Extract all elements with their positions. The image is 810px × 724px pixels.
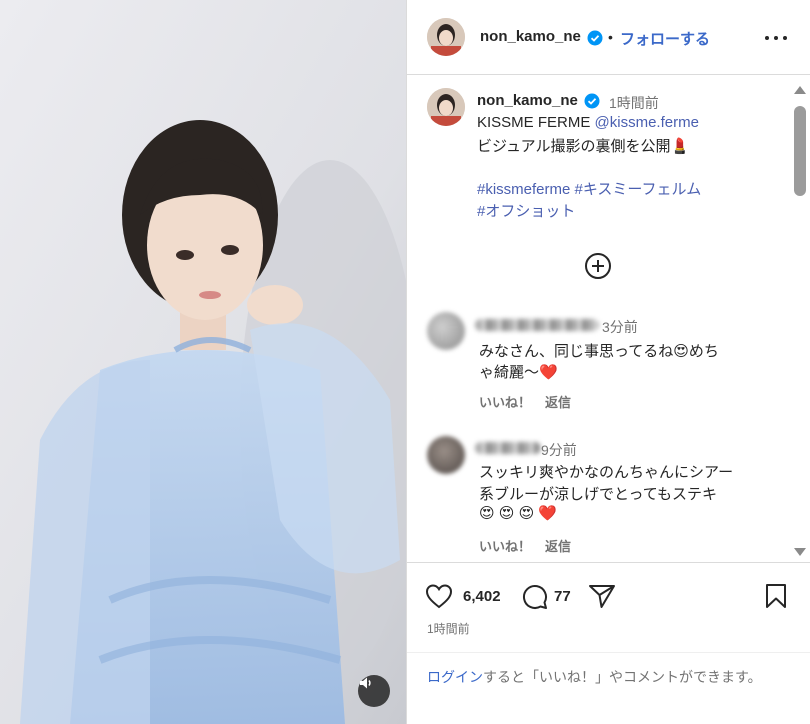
comment-username-blurred[interactable] [475, 319, 599, 331]
load-more-comments-icon[interactable] [584, 252, 612, 280]
comment-reply-button[interactable]: 返信 [545, 395, 571, 410]
avatar[interactable] [427, 18, 465, 56]
post-sidebar: non_kamo_ne • フォローする non_kamo_ne 1時間前 KI… [406, 0, 810, 724]
post-header: non_kamo_ne • フォローする [407, 0, 810, 75]
like-count[interactable]: 6,402 [463, 588, 501, 605]
comment-time[interactable]: 3分前 [602, 317, 638, 337]
comment-text-line: みなさん、同じ事思ってるね😍めち [479, 343, 719, 360]
mute-button[interactable] [358, 675, 390, 707]
hashtag-link[interactable]: #オフショット [477, 203, 575, 220]
comment-actions: いいね！ 返信 [479, 392, 585, 411]
share-icon[interactable] [588, 583, 616, 609]
follow-button[interactable]: フォローする [620, 28, 710, 49]
speaker-icon [360, 677, 371, 689]
separator-dot: • [608, 29, 613, 45]
caption-text: KISSME FERME [477, 114, 595, 131]
comment-like-button[interactable]: いいね！ [479, 539, 531, 554]
login-prompt: ログインすると「いいね！」やコメントができます。 [407, 652, 810, 724]
video-frame-illustration [0, 0, 406, 724]
post-video[interactable] [0, 0, 406, 724]
caption-avatar[interactable] [427, 88, 465, 126]
comment-avatar[interactable] [427, 436, 465, 474]
scroll-down-arrow-icon[interactable] [794, 548, 806, 556]
scroll-thumb[interactable] [794, 106, 806, 196]
scroll-up-arrow-icon[interactable] [794, 86, 806, 94]
comment-text-line: スッキリ爽やかなのんちゃんにシアー [479, 464, 734, 481]
comments-scrollbar[interactable] [790, 84, 810, 560]
caption-username[interactable]: non_kamo_ne [477, 92, 578, 109]
caption-line-2: ビジュアル撮影の裏側を公開💄 [477, 138, 690, 155]
caption-hashtags-1: #kissmeferme #キスミーフェルム [477, 178, 701, 199]
caption-line-1: KISSME FERME @kissme.ferme [477, 114, 699, 131]
verified-badge-icon [584, 93, 600, 109]
caption-time[interactable]: 1時間前 [609, 93, 659, 113]
comment-time[interactable]: 9分前 [541, 440, 577, 460]
header-username[interactable]: non_kamo_ne [480, 28, 581, 45]
profile-picture [427, 88, 465, 126]
comment-username-blurred[interactable] [475, 442, 541, 454]
comment-avatar[interactable] [427, 312, 465, 350]
comment-text-line: 😍 😍 😍 ❤️ [479, 505, 558, 522]
comment-reply-button[interactable]: 返信 [545, 539, 571, 554]
login-prompt-rest: すると「いいね！」やコメントができます。 [483, 669, 762, 685]
comment-icon[interactable] [520, 583, 548, 611]
mention-link[interactable]: @kissme.ferme [595, 114, 699, 131]
comment-text-line: ゃ綺麗〜❤️ [479, 364, 558, 381]
more-options-icon[interactable] [765, 27, 787, 49]
comment-count[interactable]: 77 [554, 588, 571, 605]
comment-like-button[interactable]: いいね！ [479, 395, 531, 410]
post-actions: 6,402 77 1時間前 [407, 562, 810, 642]
login-prompt-text: ログインすると「いいね！」やコメントができます。 [427, 667, 797, 688]
caption-hashtags-2: #オフショット [477, 200, 575, 221]
comment-text-line: 系ブルーが涼しげでとってもステキ [479, 486, 718, 503]
post-timestamp[interactable]: 1時間前 [427, 620, 470, 637]
bookmark-icon[interactable] [764, 583, 788, 609]
login-link[interactable]: ログイン [427, 669, 483, 685]
verified-badge-icon [587, 30, 603, 46]
hashtag-link[interactable]: #キスミーフェルム [575, 181, 702, 198]
profile-picture [427, 18, 465, 56]
comments-area[interactable]: non_kamo_ne 1時間前 KISSME FERME @kissme.fe… [407, 76, 810, 561]
comment-actions: いいね！ 返信 [479, 536, 585, 555]
heart-icon[interactable] [425, 583, 453, 609]
hashtag-link[interactable]: #kissmeferme [477, 181, 570, 198]
